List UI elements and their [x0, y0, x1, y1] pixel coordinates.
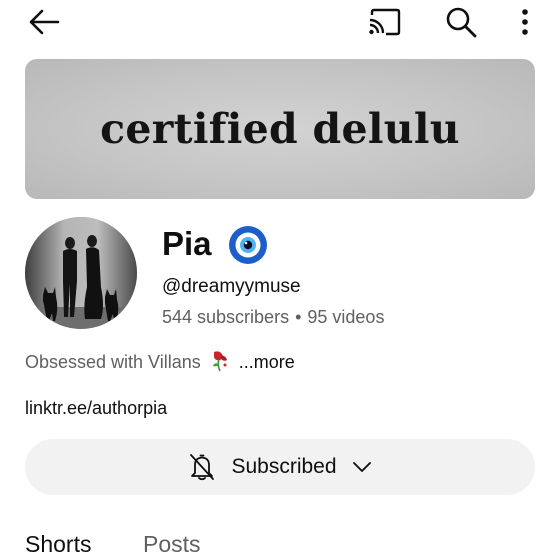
cast-button[interactable]	[362, 4, 406, 40]
arrow-left-icon	[29, 9, 60, 35]
chevron-down-icon	[352, 462, 371, 472]
nazar-evil-eye-icon	[229, 226, 267, 264]
tab-shorts[interactable]: Shorts	[25, 528, 91, 560]
bell-off-icon	[190, 454, 215, 481]
more-options-button[interactable]	[510, 4, 540, 40]
banner-text: certified delulu	[100, 105, 460, 153]
channel-link[interactable]: linktr.ee/authorpia	[25, 396, 167, 420]
stats-separator: •	[295, 307, 302, 327]
channel-description[interactable]: Obsessed with Villans ...more	[25, 350, 295, 374]
top-app-bar	[0, 0, 560, 46]
cast-icon	[369, 8, 401, 36]
subscriber-count: 544 subscribers	[162, 307, 290, 327]
channel-handle: @dreamyymuse	[162, 276, 301, 297]
tab-posts[interactable]: Posts	[143, 528, 201, 560]
back-button[interactable]	[24, 4, 64, 40]
description-more-link[interactable]: ...more	[239, 352, 295, 372]
search-button[interactable]	[440, 3, 482, 41]
avatar-image	[25, 217, 137, 329]
search-icon	[446, 7, 477, 38]
wilted-rose-icon	[212, 351, 227, 372]
channel-avatar[interactable]	[25, 217, 137, 329]
channel-name: Pia	[162, 225, 212, 262]
description-text: Obsessed with Villans	[25, 352, 201, 372]
channel-stats: 544 subscribers • 95 videos	[162, 305, 384, 329]
subscribed-button[interactable]: Subscribed	[25, 439, 535, 495]
video-count: 95 videos	[307, 307, 385, 327]
channel-banner: certified delulu	[25, 59, 535, 199]
more-vert-icon	[522, 9, 528, 35]
subscribed-label: Subscribed	[231, 455, 337, 478]
